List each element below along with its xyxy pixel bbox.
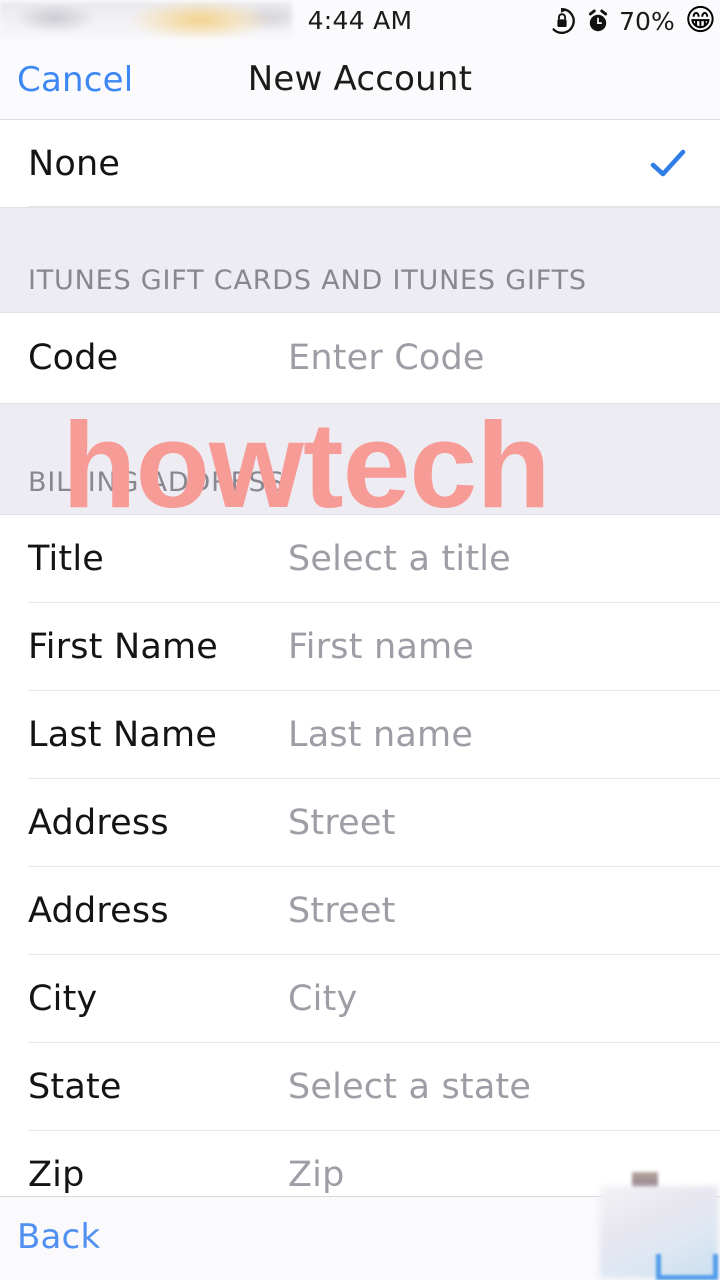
phone-screen: 4:44 AM 70% 😁 Cancel New Account None IT… bbox=[0, 0, 720, 1280]
list-item-last-name[interactable]: Last Name Last name bbox=[0, 691, 720, 779]
state-select[interactable]: Select a state bbox=[288, 1067, 531, 1107]
page-title: New Account bbox=[247, 59, 473, 99]
row-label: First Name bbox=[28, 627, 219, 667]
row-label: Last Name bbox=[28, 715, 218, 755]
row-label: None bbox=[28, 143, 121, 184]
status-bar-right-group: 70% 😁 bbox=[547, 4, 716, 38]
row-label: Address bbox=[28, 891, 169, 931]
zip-input[interactable]: Zip bbox=[288, 1155, 345, 1195]
last-name-input[interactable]: Last name bbox=[288, 715, 473, 755]
section-header-itunes-gifts: ITUNES GIFT CARDS AND ITUNES GIFTS bbox=[0, 207, 720, 313]
blurred-overlay-blue-accent bbox=[656, 1254, 718, 1280]
row-label: State bbox=[28, 1067, 122, 1107]
row-label: City bbox=[28, 979, 98, 1019]
address-line-1-input[interactable]: Street bbox=[288, 803, 396, 843]
list-item-code[interactable]: Code Enter Code bbox=[0, 313, 720, 403]
status-bar: 4:44 AM 70% 😁 bbox=[0, 0, 720, 42]
list-item-address-1[interactable]: Address Street bbox=[0, 779, 720, 867]
bottom-toolbar: Back bbox=[0, 1172, 720, 1280]
list-item-address-2[interactable]: Address Street bbox=[0, 867, 720, 955]
list-item-none[interactable]: None bbox=[0, 120, 720, 207]
settings-list[interactable]: None ITUNES GIFT CARDS AND ITUNES GIFTS … bbox=[0, 120, 720, 1219]
alarm-clock-icon bbox=[586, 8, 610, 34]
section-header-label: BILLING ADDRESS bbox=[28, 467, 285, 498]
section-header-label: ITUNES GIFT CARDS AND ITUNES GIFTS bbox=[28, 265, 587, 296]
row-label: Zip bbox=[28, 1155, 85, 1195]
row-label: Title bbox=[28, 539, 105, 579]
first-name-input[interactable]: First name bbox=[288, 627, 474, 667]
list-item-city[interactable]: City City bbox=[0, 955, 720, 1043]
battery-percent-label: 70% bbox=[619, 6, 675, 36]
title-select[interactable]: Select a title bbox=[288, 539, 511, 579]
row-label: Address bbox=[28, 803, 169, 843]
code-input[interactable]: Enter Code bbox=[288, 338, 485, 378]
rotation-lock-icon bbox=[547, 6, 577, 36]
list-item-title[interactable]: Title Select a title bbox=[0, 515, 720, 603]
city-input[interactable]: City bbox=[288, 979, 357, 1019]
row-label: Code bbox=[28, 338, 119, 378]
back-button[interactable]: Back bbox=[17, 1217, 100, 1257]
list-item-state[interactable]: State Select a state bbox=[0, 1043, 720, 1131]
address-line-2-input[interactable]: Street bbox=[288, 891, 396, 931]
grinning-face-emoji: 😁 bbox=[684, 3, 716, 38]
navigation-bar: Cancel New Account bbox=[0, 42, 720, 120]
section-header-billing-address: BILLING ADDRESS bbox=[0, 403, 720, 515]
list-item-first-name[interactable]: First Name First name bbox=[0, 603, 720, 691]
checkmark-icon bbox=[648, 144, 688, 184]
